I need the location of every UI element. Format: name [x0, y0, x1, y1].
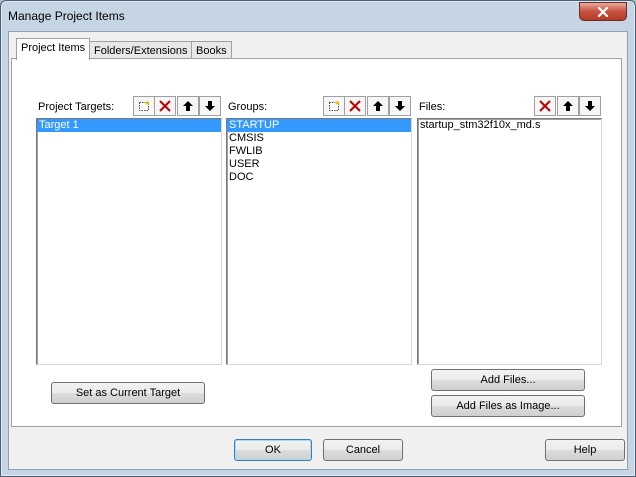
- delete-file-button[interactable]: [534, 96, 556, 116]
- files-list[interactable]: startup_stm32f10x_md.s: [417, 118, 602, 365]
- new-target-button[interactable]: [133, 96, 155, 116]
- files-label: Files:: [419, 101, 446, 113]
- group-list-item[interactable]: CMSIS: [227, 132, 411, 145]
- groups-list[interactable]: STARTUP CMSIS FWLIB USER DOC: [226, 118, 412, 365]
- move-target-up-button[interactable]: [177, 96, 199, 116]
- move-file-down-button[interactable]: [579, 96, 601, 116]
- title-bar: Manage Project Items: [1, 1, 635, 31]
- move-down-icon: [395, 101, 405, 111]
- add-files-button[interactable]: Add Files...: [431, 369, 585, 391]
- close-button[interactable]: [579, 2, 627, 21]
- cancel-button[interactable]: Cancel: [323, 439, 403, 461]
- target-list-item[interactable]: Target 1: [37, 119, 221, 132]
- move-down-icon: [205, 101, 215, 111]
- move-up-icon: [373, 101, 383, 111]
- tab-project-items-label: Project Items: [21, 42, 86, 54]
- project-targets-header: Project Targets:: [36, 96, 222, 118]
- help-button[interactable]: Help: [545, 439, 625, 461]
- manage-project-items-window: Manage Project Items Project Items Folde…: [0, 0, 636, 477]
- new-group-button[interactable]: [323, 96, 345, 116]
- files-header: Files:: [417, 96, 602, 118]
- tab-project-items[interactable]: Project Items: [16, 38, 91, 60]
- groups-label: Groups:: [228, 101, 268, 113]
- move-group-up-button[interactable]: [367, 96, 389, 116]
- new-item-icon: [329, 100, 340, 111]
- move-target-down-button[interactable]: [199, 96, 221, 116]
- group-list-item[interactable]: FWLIB: [227, 145, 411, 158]
- group-list-item[interactable]: DOC: [227, 171, 411, 184]
- tab-books-label: Books: [196, 45, 227, 57]
- group-list-item[interactable]: STARTUP: [227, 119, 411, 132]
- window-title: Manage Project Items: [8, 9, 125, 23]
- close-icon: [597, 6, 609, 17]
- move-up-icon: [563, 101, 573, 111]
- delete-target-button[interactable]: [154, 96, 176, 116]
- new-item-icon: [139, 100, 150, 111]
- ok-button[interactable]: OK: [234, 439, 312, 461]
- move-file-up-button[interactable]: [557, 96, 579, 116]
- move-up-icon: [183, 101, 193, 111]
- delete-icon: [349, 100, 361, 112]
- add-files-as-image-button[interactable]: Add Files as Image...: [431, 395, 585, 417]
- project-targets-list[interactable]: Target 1: [36, 118, 222, 365]
- group-list-item[interactable]: USER: [227, 158, 411, 171]
- delete-group-button[interactable]: [344, 96, 366, 116]
- move-group-down-button[interactable]: [389, 96, 411, 116]
- delete-icon: [539, 100, 551, 112]
- groups-header: Groups:: [226, 96, 412, 118]
- set-as-current-target-button[interactable]: Set as Current Target: [51, 382, 205, 404]
- delete-icon: [159, 100, 171, 112]
- file-list-item[interactable]: startup_stm32f10x_md.s: [418, 119, 601, 132]
- tab-folders-extensions-label: Folders/Extensions: [94, 45, 188, 57]
- project-targets-label: Project Targets:: [38, 101, 115, 113]
- move-down-icon: [585, 101, 595, 111]
